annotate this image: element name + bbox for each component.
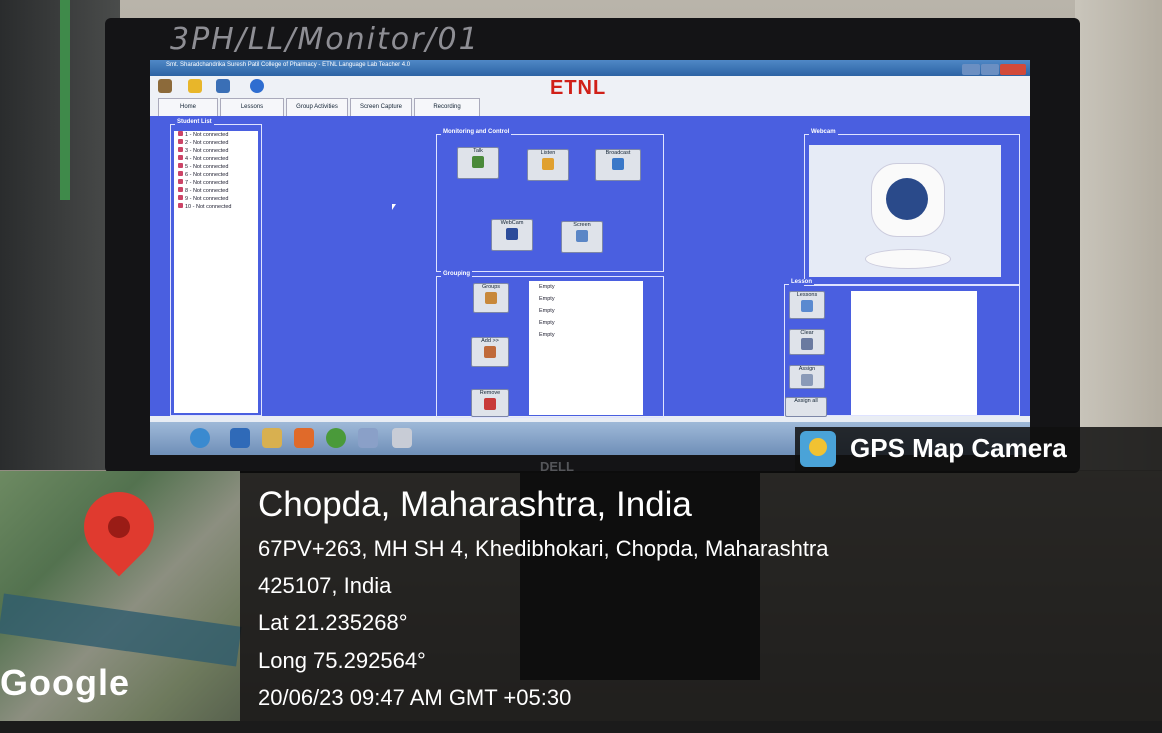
group-item[interactable]: Empty (529, 329, 643, 341)
student-list[interactable]: 1 - Not connected 2 - Not connected 3 - … (174, 131, 258, 413)
student-item[interactable]: 10 - Not connected (174, 203, 258, 211)
map-provider-logo: Google (0, 662, 130, 703)
tab-home[interactable]: Home (158, 98, 218, 116)
lesson-list[interactable] (851, 291, 977, 415)
assign-all-button[interactable]: Assign all (785, 397, 827, 417)
chrome-icon[interactable] (326, 428, 346, 448)
tab-group-activities[interactable]: Group Activities (286, 98, 348, 116)
tool-icon-2[interactable] (188, 79, 202, 93)
screen-button[interactable]: Screen (561, 221, 603, 253)
groups-icon (485, 292, 497, 304)
webcam-icon (506, 228, 518, 240)
assign-button[interactable]: Assign (789, 365, 825, 389)
etnl-task-icon[interactable] (392, 428, 412, 448)
bottom-strip (0, 721, 1162, 733)
assign-icon (801, 374, 813, 386)
tab-screen-capture[interactable]: Screen Capture (350, 98, 412, 116)
green-pole (60, 0, 70, 200)
grouping-panel: Grouping Groups Add >> Remove Empty Empt… (436, 271, 664, 418)
grouping-title: Grouping (441, 271, 472, 277)
broadcast-button[interactable]: Broadcast (595, 149, 641, 181)
longitude: Long 75.292564° (258, 648, 426, 673)
group-item[interactable]: Empty (529, 305, 643, 317)
screen-icon (576, 230, 588, 242)
group-item[interactable]: Empty (529, 281, 643, 293)
clear-button[interactable]: Clear (789, 329, 825, 355)
media-icon[interactable] (294, 428, 314, 448)
location-pin-center (108, 516, 130, 538)
gps-map-camera-icon (800, 431, 836, 467)
student-list-panel: Student List 1 - Not connected 2 - Not c… (170, 119, 262, 416)
broadcast-icon (612, 158, 624, 170)
help-icon[interactable] (250, 79, 264, 93)
groups-button[interactable]: Groups (473, 283, 509, 313)
gps-brand-text: GPS Map Camera (850, 433, 1067, 463)
student-item[interactable]: 2 - Not connected (174, 139, 258, 147)
undo-icon (484, 398, 496, 410)
folder-icon[interactable] (262, 428, 282, 448)
listen-button[interactable]: Listen (527, 149, 569, 181)
start-icon[interactable] (190, 428, 210, 448)
talk-button[interactable]: Talk (457, 147, 499, 179)
add-button[interactable]: Add >> (471, 337, 509, 367)
latitude: Lat 21.235268° (258, 610, 408, 635)
window-titlebar: Smt. Sharadchandrika Suresh Patil Colleg… (150, 60, 1030, 76)
tool-icon-3[interactable] (216, 79, 230, 93)
lessons-icon (801, 300, 813, 312)
lesson-title: Lesson (789, 279, 815, 285)
tab-bar: Home Lessons Group Activities Screen Cap… (150, 96, 1030, 117)
student-item[interactable]: 8 - Not connected (174, 187, 258, 195)
mouse-cursor-icon (392, 204, 396, 210)
app-canvas: Student List 1 - Not connected 2 - Not c… (150, 116, 1030, 418)
add-icon (484, 346, 496, 358)
student-item[interactable]: 4 - Not connected (174, 155, 258, 163)
datetime: 20/06/23 09:47 AM GMT +05:30 (258, 685, 572, 710)
student-item[interactable]: 9 - Not connected (174, 195, 258, 203)
student-list-title: Student List (175, 119, 214, 125)
clear-icon (801, 338, 813, 350)
webcam-button[interactable]: WebCam (491, 219, 533, 251)
student-item[interactable]: 1 - Not connected (174, 131, 258, 139)
lesson-panel: Lesson Lessons Clear Assign Assign all (784, 279, 1020, 417)
window-title: Smt. Sharadchandrika Suresh Patil Colleg… (166, 62, 411, 68)
app-icon[interactable] (358, 428, 378, 448)
student-item[interactable]: 5 - Not connected (174, 163, 258, 171)
student-item[interactable]: 6 - Not connected (174, 171, 258, 179)
group-item[interactable]: Empty (529, 317, 643, 329)
address-line-1: 67PV+263, MH SH 4, Khedibhokari, Chopda,… (258, 536, 829, 561)
webcam-preview (809, 145, 1001, 277)
minimize-button[interactable] (962, 64, 980, 75)
place-name: Chopda, Maharashtra, India (258, 485, 692, 524)
address-line-2: 425107, India (258, 573, 392, 598)
remove-button[interactable]: Remove (471, 389, 509, 417)
webcam-panel: Webcam (804, 129, 1020, 286)
close-button[interactable] (1000, 64, 1026, 75)
talk-icon (472, 156, 484, 168)
group-list[interactable]: Empty Empty Empty Empty Empty (529, 281, 643, 415)
tab-recording[interactable]: Recording (414, 98, 480, 116)
group-item[interactable]: Empty (529, 293, 643, 305)
monitoring-title: Monitoring and Control (441, 129, 512, 135)
monitor-screen: Smt. Sharadchandrika Suresh Patil Colleg… (150, 60, 1030, 455)
student-item[interactable]: 7 - Not connected (174, 179, 258, 187)
maximize-button[interactable] (981, 64, 999, 75)
webcam-title: Webcam (809, 129, 838, 135)
right-wall (1075, 0, 1162, 470)
student-item[interactable]: 3 - Not connected (174, 147, 258, 155)
tool-icon-1[interactable] (158, 79, 172, 93)
webcam-illustration-icon (871, 163, 945, 237)
tab-lessons[interactable]: Lessons (220, 98, 284, 116)
lessons-button[interactable]: Lessons (789, 291, 825, 319)
browser-icon[interactable] (230, 428, 250, 448)
bezel-label: 3PH/LL/Monitor/01 (170, 22, 480, 57)
listen-icon (542, 158, 554, 170)
monitoring-panel: Monitoring and Control Talk Listen Broad… (436, 129, 664, 272)
